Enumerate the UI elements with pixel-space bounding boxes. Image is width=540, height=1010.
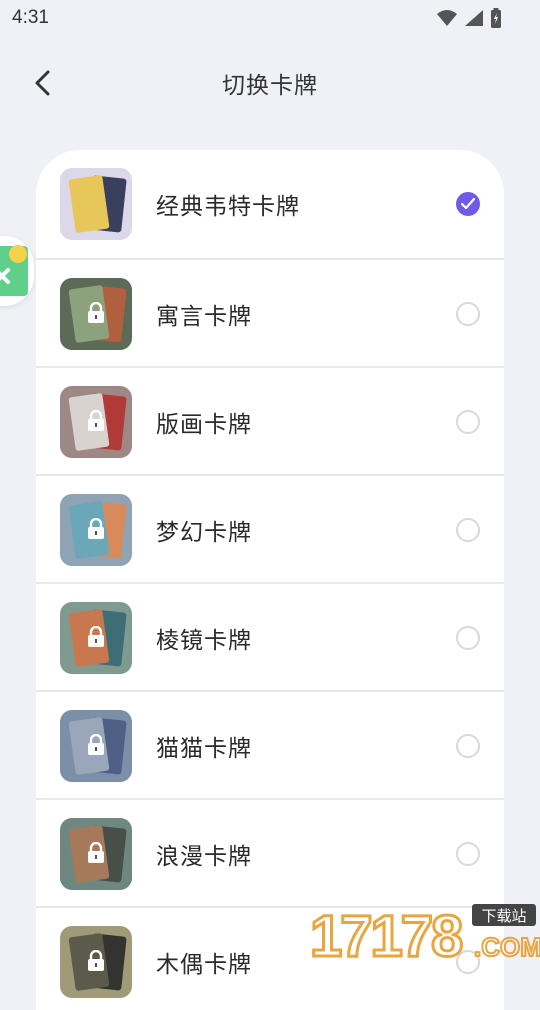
deck-thumbnail [60,168,132,240]
svg-text:.COM: .COM [474,932,540,960]
radio-unchecked[interactable] [456,518,480,542]
lock-icon [88,410,104,431]
deck-name: 梦幻卡牌 [156,520,252,546]
deck-row[interactable]: 梦幻卡牌 [36,474,504,582]
radio-unchecked[interactable] [456,410,480,434]
radio-unchecked[interactable] [456,302,480,326]
radio-checked[interactable] [456,192,480,216]
deck-name: 棱镜卡牌 [156,628,252,654]
lock-icon [88,842,104,863]
status-time: 4:31 [12,7,49,28]
deck-row[interactable]: 寓言卡牌 [36,258,504,366]
deck-row[interactable]: 棱镜卡牌 [36,582,504,690]
site-watermark: 17178 下载站 .COM [309,898,540,971]
signal-icon [465,10,483,26]
watermark-logo: 17178 下载站 .COM [309,903,540,971]
status-bar: 4:31 [0,0,540,36]
floating-image-badge[interactable] [0,236,34,306]
chevron-left-icon [35,70,50,96]
page-title: 切换卡牌 [222,73,318,99]
radio-unchecked[interactable] [456,626,480,650]
tarot-card-image [68,174,110,234]
image-icon [0,245,28,296]
deck-thumbnail [60,602,132,674]
deck-row[interactable]: 版画卡牌 [36,366,504,474]
radio-unchecked[interactable] [456,842,480,866]
deck-name: 猫猫卡牌 [156,736,252,762]
svg-text:下载站: 下载站 [481,907,526,925]
lock-icon [88,518,104,539]
deck-thumbnail [60,386,132,458]
deck-name: 木偶卡牌 [156,952,252,978]
deck-name: 经典韦特卡牌 [156,194,300,220]
deck-name: 寓言卡牌 [156,304,252,330]
radio-unchecked[interactable] [456,734,480,758]
checkmark-icon [461,198,475,210]
wifi-icon [437,10,457,26]
deck-row[interactable]: 浪漫卡牌 [36,798,504,906]
svg-text:17178: 17178 [310,904,462,960]
lock-icon [88,950,104,971]
lock-icon [88,302,104,323]
status-icons [436,8,502,28]
deck-thumbnail [60,710,132,782]
deck-name: 版画卡牌 [156,412,252,438]
deck-name: 浪漫卡牌 [156,844,252,870]
deck-row[interactable]: 经典韦特卡牌 [36,150,504,258]
lock-icon [88,734,104,755]
deck-thumbnail [60,278,132,350]
deck-thumbnail [60,494,132,566]
deck-row[interactable]: 猫猫卡牌 [36,690,504,798]
deck-thumbnail [60,926,132,998]
battery-icon [491,8,501,28]
lock-icon [88,626,104,647]
deck-list: 经典韦特卡牌 寓言卡牌版画卡牌梦幻卡牌棱镜卡牌猫猫卡牌浪漫卡牌木偶卡牌 [36,150,504,1010]
back-button[interactable] [22,62,62,104]
app-header: 切换卡牌 [0,54,540,112]
deck-thumbnail [60,818,132,890]
